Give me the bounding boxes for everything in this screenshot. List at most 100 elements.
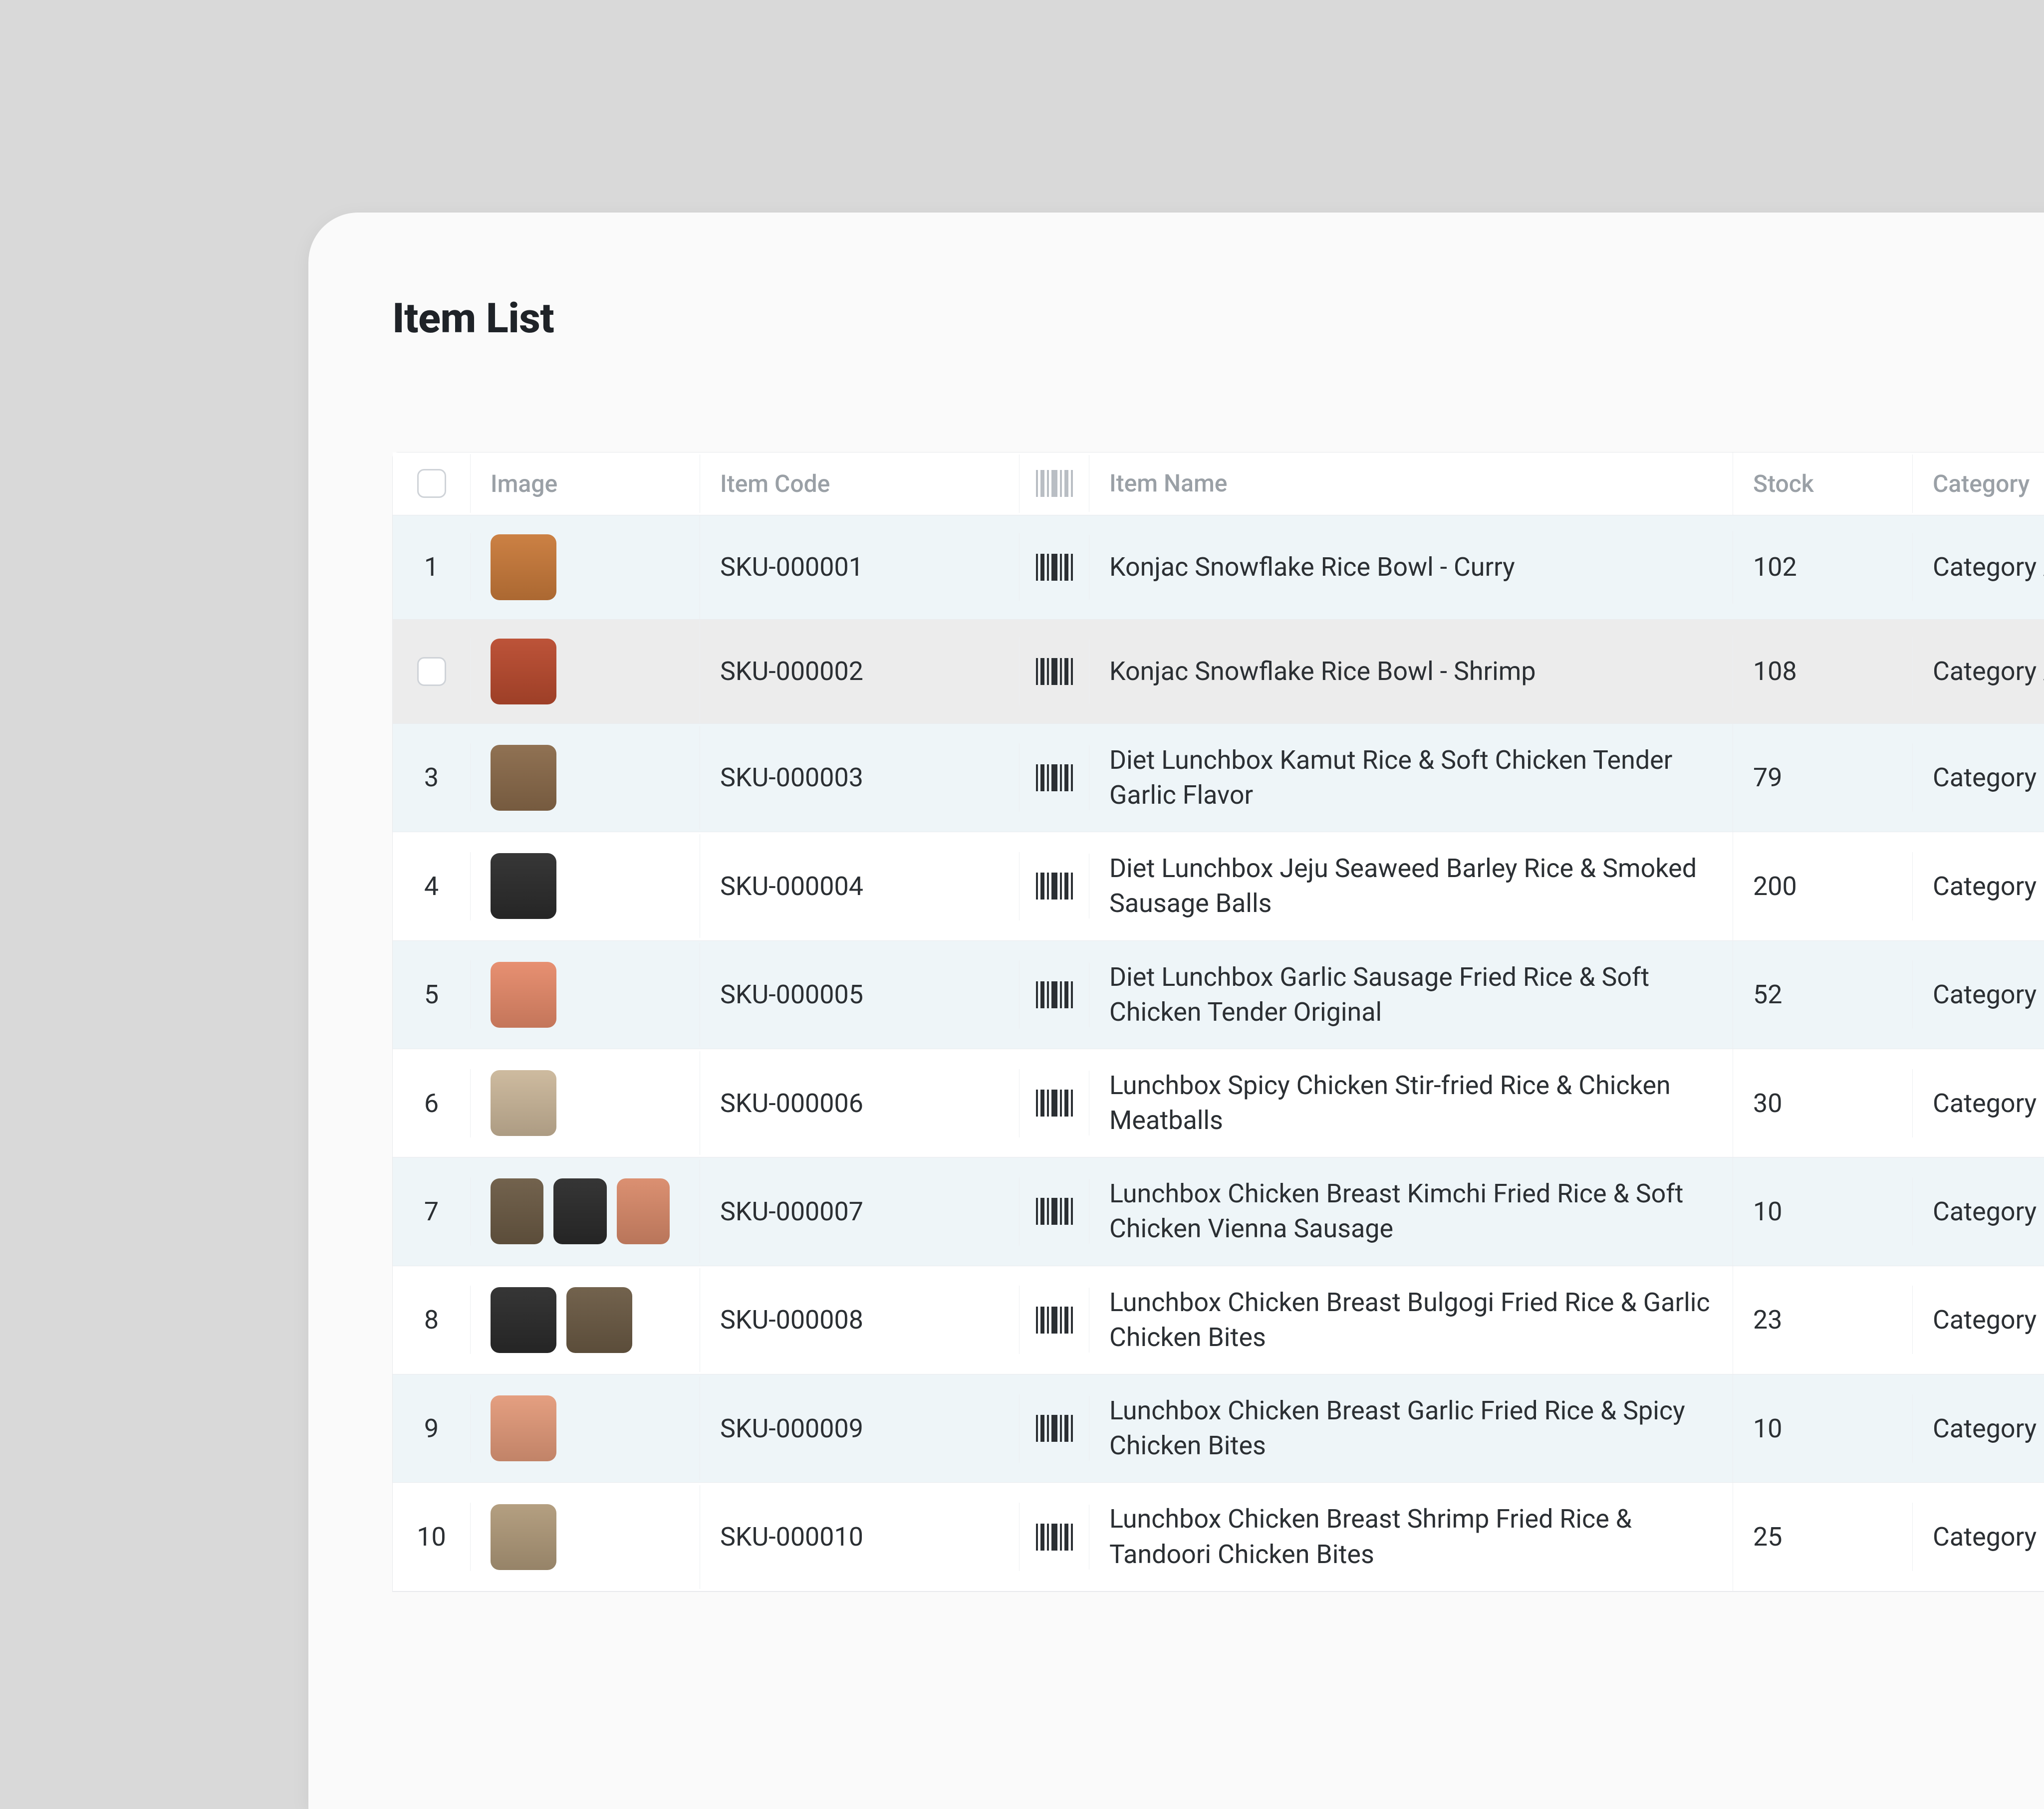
item-name-text: Lunchbox Spicy Chicken Stir-fried Rice &…: [1109, 1068, 1713, 1138]
item-code-text: SKU-000002: [720, 656, 863, 686]
row-index-cell: 6: [393, 1069, 471, 1137]
row-item-name: Diet Lunchbox Kamut Rice & Soft Chicken …: [1089, 724, 1733, 832]
item-code-text: SKU-000007: [720, 1196, 863, 1227]
item-thumbnail[interactable]: [491, 962, 556, 1028]
barcode-icon[interactable]: [1036, 873, 1073, 900]
header-item-code[interactable]: Item Code: [700, 454, 1020, 513]
row-index-cell: 9: [393, 1394, 471, 1463]
page-title: Item List: [392, 294, 554, 343]
table-row[interactable]: 7 SKU-000007 Lunchbox Chicken Breast Kimch…: [393, 1157, 2044, 1266]
item-code-text: SKU-000009: [720, 1413, 863, 1444]
row-index: 10: [417, 1522, 446, 1552]
row-stock: 108: [1733, 637, 1913, 705]
table-row[interactable]: 8SKU-000008Lunchbox Chicken Breast Bulgo…: [393, 1266, 2044, 1374]
row-barcode-cell: [1020, 639, 1089, 704]
item-thumbnail[interactable]: [491, 1178, 543, 1244]
row-index: 1: [424, 552, 439, 582]
table-row[interactable]: 3 SKU-000003 Diet Lunchbox Kamut Rice & So…: [393, 724, 2044, 832]
stock-text: 79: [1753, 762, 1782, 793]
category-text: Category C: [1933, 1196, 2044, 1227]
barcode-icon[interactable]: [1036, 1198, 1073, 1225]
row-barcode-cell: [1020, 854, 1089, 918]
row-stock: 52: [1733, 960, 1913, 1029]
table-row[interactable]: 6SKU-000006Lunchbox Spicy Chicken Stir-f…: [393, 1049, 2044, 1157]
table-row[interactable]: 5SKU-000005Diet Lunchbox Garlic Sausage …: [393, 941, 2044, 1049]
row-image-cell: [471, 1051, 700, 1155]
item-thumbnail[interactable]: [491, 853, 556, 919]
barcode-icon[interactable]: [1036, 764, 1073, 791]
barcode-icon[interactable]: [1036, 1524, 1073, 1551]
stock-text: 200: [1753, 871, 1797, 902]
row-item-code: SKU-000002: [700, 637, 1020, 705]
row-stock: 23: [1733, 1286, 1913, 1354]
item-thumbnail[interactable]: [491, 1070, 556, 1136]
row-stock: 10: [1733, 1394, 1913, 1463]
header-item-name[interactable]: Item Name: [1089, 452, 1733, 515]
category-text: Category C: [1933, 1305, 2044, 1335]
row-index-cell: 10: [393, 1503, 471, 1571]
header-image[interactable]: Image: [471, 454, 700, 513]
header-category[interactable]: Category: [1913, 454, 2044, 513]
item-thumbnail[interactable]: [617, 1178, 670, 1244]
header-stock[interactable]: Stock: [1733, 454, 1913, 513]
row-image-cell: [471, 943, 700, 1047]
barcode-icon[interactable]: [1036, 658, 1073, 685]
row-checkbox[interactable]: [417, 657, 446, 686]
item-thumbnail[interactable]: [491, 1395, 556, 1461]
row-index-cell: 4: [393, 852, 471, 920]
item-name-text: Konjac Snowflake Rice Bowl - Curry: [1109, 550, 1515, 585]
barcode-icon[interactable]: [1036, 554, 1073, 581]
row-stock: 102: [1733, 533, 1913, 601]
select-all-checkbox[interactable]: [417, 469, 446, 498]
item-code-text: SKU-000001: [720, 552, 863, 582]
barcode-icon[interactable]: [1036, 1090, 1073, 1117]
table-row[interactable]: 9SKU-000009Lunchbox Chicken Breast Garli…: [393, 1374, 2044, 1483]
row-item-name: Konjac Snowflake Rice Bowl - Shrimp: [1089, 635, 1733, 708]
barcode-icon[interactable]: [1036, 1307, 1073, 1334]
row-category: Category A: [1913, 533, 2044, 601]
row-index-cell: 3: [393, 743, 471, 812]
item-code-text: SKU-000004: [720, 871, 863, 902]
row-category: Category B: [1913, 852, 2044, 920]
row-index-cell: 5: [393, 960, 471, 1029]
row-image-cell: [471, 726, 700, 830]
row-image-cell: [471, 1376, 700, 1480]
item-thumbnail[interactable]: [491, 745, 556, 811]
header-category-label: Category: [1933, 469, 2030, 498]
row-item-code: SKU-000008: [700, 1286, 1020, 1354]
row-item-name: Lunchbox Chicken Breast Kimchi Fried Ric…: [1089, 1157, 1733, 1265]
header-item-name-label: Item Name: [1109, 467, 1227, 500]
row-index: 6: [424, 1088, 439, 1119]
row-index-cell: [393, 638, 471, 705]
row-item-name: Lunchbox Chicken Breast Shrimp Fried Ric…: [1089, 1483, 1733, 1590]
item-code-text: SKU-000010: [720, 1522, 863, 1552]
row-item-code: SKU-000003: [700, 743, 1020, 812]
item-thumbnail[interactable]: [491, 1504, 556, 1570]
item-code-text: SKU-000008: [720, 1305, 863, 1335]
row-barcode-cell: [1020, 1179, 1089, 1244]
item-thumbnail[interactable]: [491, 639, 556, 704]
barcode-icon[interactable]: [1036, 1415, 1073, 1442]
category-text: Category C: [1933, 1413, 2044, 1444]
table-row[interactable]: 1 SKU-000001 Konjac Snowflake Rice Bowl - …: [393, 515, 2044, 620]
item-table: Image Item Code Item Name Stock Cat: [392, 452, 2044, 1592]
header-barcode[interactable]: [1020, 455, 1089, 512]
barcode-icon[interactable]: [1036, 981, 1073, 1008]
table-row[interactable]: 10 SKU-000010 Lunchbox Chicken Breast Shri…: [393, 1483, 2044, 1591]
row-item-code: SKU-000001: [700, 533, 1020, 601]
table-row[interactable]: 4SKU-000004Diet Lunchbox Jeju Seaweed Ba…: [393, 832, 2044, 940]
table-row[interactable]: SKU-000002 Konjac Snowflake Rice Bowl - S…: [393, 620, 2044, 724]
stock-text: 30: [1753, 1088, 1782, 1119]
item-thumbnail[interactable]: [491, 1287, 556, 1353]
row-category: Category C: [1913, 1069, 2044, 1137]
row-index: 7: [424, 1196, 439, 1227]
row-index: 3: [424, 762, 439, 793]
row-category: Category C: [1913, 1177, 2044, 1246]
item-thumbnail[interactable]: [566, 1287, 632, 1353]
row-barcode-cell: [1020, 1505, 1089, 1570]
item-thumbnail[interactable]: [553, 1178, 606, 1244]
row-stock: 200: [1733, 852, 1913, 920]
item-thumbnail[interactable]: [491, 534, 556, 600]
row-barcode-cell: [1020, 1396, 1089, 1461]
row-category: Category B: [1913, 960, 2044, 1029]
